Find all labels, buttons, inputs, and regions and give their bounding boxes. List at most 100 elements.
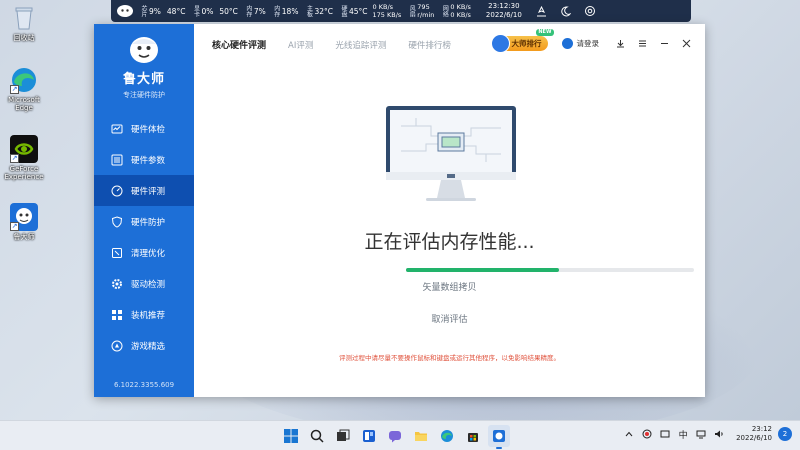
- monitor-mem-caption: 内存: [244, 5, 252, 17]
- monitor-disk-speed-down: 175 KB/s: [372, 11, 402, 19]
- tab-ranking[interactable]: 硬件排行榜: [408, 39, 451, 51]
- nvidia-icon: ↗: [10, 135, 38, 163]
- monitor-hdd: 硬盘 45°C 0 KB/s 175 KB/s: [340, 3, 401, 19]
- menu-icon[interactable]: [631, 35, 653, 51]
- monitor-clock: 23:12:30 2022/6/10: [486, 2, 522, 20]
- store-icon[interactable]: [462, 425, 484, 447]
- monitor-gpu: 显卡 0% 50°C: [192, 5, 237, 17]
- ludashi-window: 鲁大师 专注硬件防护 硬件体检 硬件参数 硬件评测 硬件防护 清理优化 驱动检测…: [94, 24, 705, 397]
- settings-icon[interactable]: [581, 2, 599, 20]
- monitor-net-down: 0 KB/s: [450, 11, 471, 19]
- monitor-logo-icon[interactable]: [114, 2, 136, 20]
- monitor-disk-speed: 0 KB/s 175 KB/s: [373, 3, 402, 19]
- monitor-net-up: 0 KB/s: [450, 3, 471, 11]
- task-view-icon[interactable]: [332, 425, 354, 447]
- monitor-board-caption: 主板: [305, 5, 313, 17]
- benchmark-status: 正在评估内存性能...: [364, 231, 535, 253]
- shortcut-arrow-icon: ↗: [10, 222, 19, 231]
- shortcut-arrow-icon: ↗: [10, 154, 19, 163]
- screen-tray-icon[interactable]: [658, 427, 672, 441]
- gear-icon: [111, 278, 123, 290]
- clock-date: 2022/6/10: [736, 434, 772, 442]
- monitor-fan: 风扇 795 r/min: [408, 3, 434, 19]
- monitor-disk-usage: 18%: [281, 6, 299, 16]
- monitor-board: 主板 32°C: [305, 5, 333, 17]
- broom-icon: [111, 247, 123, 259]
- edge-taskbar-icon[interactable]: [436, 425, 458, 447]
- master-ranking-button[interactable]: 大师排行 NEW: [490, 28, 554, 53]
- progress-fill: [406, 268, 559, 272]
- brand: 鲁大师 专注硬件防护: [94, 24, 194, 100]
- notification-badge[interactable]: 2: [778, 427, 792, 441]
- chevron-up-icon[interactable]: [622, 427, 636, 441]
- ludashi-icon: ↗: [10, 203, 38, 231]
- monitor-time: 23:12:30: [488, 2, 520, 10]
- minimize-icon[interactable]: [653, 35, 675, 51]
- monitor-fan-values: 795 r/min: [417, 3, 434, 19]
- app-version: 6.1022.3355.609: [113, 381, 175, 389]
- close-icon[interactable]: [675, 35, 697, 51]
- ludashi-logo-icon: [127, 32, 161, 66]
- monitor-disk: 内存 18%: [273, 5, 299, 17]
- shield-icon: [111, 215, 123, 228]
- tab-core-hardware[interactable]: 核心硬件评测: [212, 38, 266, 51]
- monitor-fan-value: 795: [417, 3, 430, 11]
- moon-icon[interactable]: [557, 2, 575, 20]
- download-icon[interactable]: [609, 35, 631, 51]
- computer-illustration: [386, 106, 516, 210]
- benchmark-notice: 评测过程中请尽量不要操作鼠标和键盘或运行其他程序，以免影响结果精度。: [339, 354, 560, 362]
- monitor-disk-caption: 内存: [272, 5, 280, 17]
- teams-chat-icon[interactable]: [384, 425, 406, 447]
- ranking-avatar-icon: [490, 33, 510, 53]
- sidebar-item-label: 游戏精选: [131, 341, 166, 352]
- monitor-gpu-usage: 0%: [201, 6, 214, 16]
- sidebar-item-recommend[interactable]: 装机推荐: [94, 299, 194, 330]
- sidebar-item-games[interactable]: 游戏精选: [94, 330, 194, 361]
- record-icon[interactable]: [640, 427, 654, 441]
- cancel-benchmark-button[interactable]: 取消评估: [431, 315, 467, 325]
- sidebar-item-label: 驱动检测: [131, 279, 166, 290]
- recycle-bin-icon: [10, 4, 38, 32]
- sidebar-item-protect[interactable]: 硬件防护: [94, 206, 194, 237]
- network-icon[interactable]: [694, 427, 708, 441]
- windows-start-icon[interactable]: [280, 425, 302, 447]
- benchmark-substatus: 矢量数组拷贝: [422, 283, 477, 293]
- monitor-gpu-caption: 显卡: [192, 5, 200, 17]
- tab-ai[interactable]: AI评测: [288, 39, 313, 51]
- search-icon[interactable]: [306, 425, 328, 447]
- login-button[interactable]: 请登录: [561, 37, 599, 49]
- sidebar-item-clean[interactable]: 清理优化: [94, 237, 194, 268]
- file-explorer-icon[interactable]: [410, 425, 432, 447]
- monitor-disk-speed-up: 0 KB/s: [372, 3, 394, 11]
- tab-raytracing[interactable]: 光线追踪评测: [335, 39, 386, 51]
- desktop-icon-edge[interactable]: ↗ Microsoft Edge: [4, 66, 44, 112]
- monitor-board-temp: 32°C: [314, 6, 333, 16]
- sidebar-item-driver[interactable]: 驱动检测: [94, 268, 194, 299]
- desktop-icon-label: 回收站: [13, 34, 35, 42]
- puzzle-icon: [111, 309, 123, 321]
- ime-indicator[interactable]: 中: [676, 427, 690, 441]
- sidebar-item-checkup[interactable]: 硬件体检: [94, 113, 194, 144]
- system-tray: 中 23:12 2022/6/10 2: [620, 425, 792, 443]
- taskbar: 中 23:12 2022/6/10 2: [0, 420, 800, 450]
- widgets-icon[interactable]: [358, 425, 380, 447]
- desktop-icon-label: GeForce Experience: [4, 165, 44, 181]
- desktop-icon-recycle-bin[interactable]: 回收站: [4, 4, 44, 42]
- sidebar-item-label: 硬件参数: [131, 155, 166, 166]
- sidebar-item-label: 硬件防护: [131, 217, 166, 228]
- taskbar-apps: [278, 425, 512, 449]
- taskbar-clock[interactable]: 23:12 2022/6/10: [736, 425, 772, 443]
- rocket-icon[interactable]: [533, 2, 551, 20]
- desktop-icon-geforce[interactable]: ↗ GeForce Experience: [4, 135, 44, 181]
- sidebar-item-params[interactable]: 硬件参数: [94, 144, 194, 175]
- desktop-icon-ludashi[interactable]: ↗ 鲁大师: [4, 203, 44, 241]
- ludashi-taskbar-icon[interactable]: [488, 425, 510, 449]
- desktop-icon-label: 鲁大师: [13, 233, 35, 241]
- benchmark-progress-bar: [406, 268, 694, 272]
- monitor-date: 2022/6/10: [485, 11, 522, 19]
- monitor-mem-usage: 7%: [253, 6, 266, 16]
- desktop-icon-label: Microsoft Edge: [8, 96, 40, 112]
- volume-icon[interactable]: [712, 427, 726, 441]
- sidebar-item-benchmark[interactable]: 硬件评测: [94, 175, 194, 206]
- monitor-cpu: 芯片 9% 48°C: [140, 5, 185, 17]
